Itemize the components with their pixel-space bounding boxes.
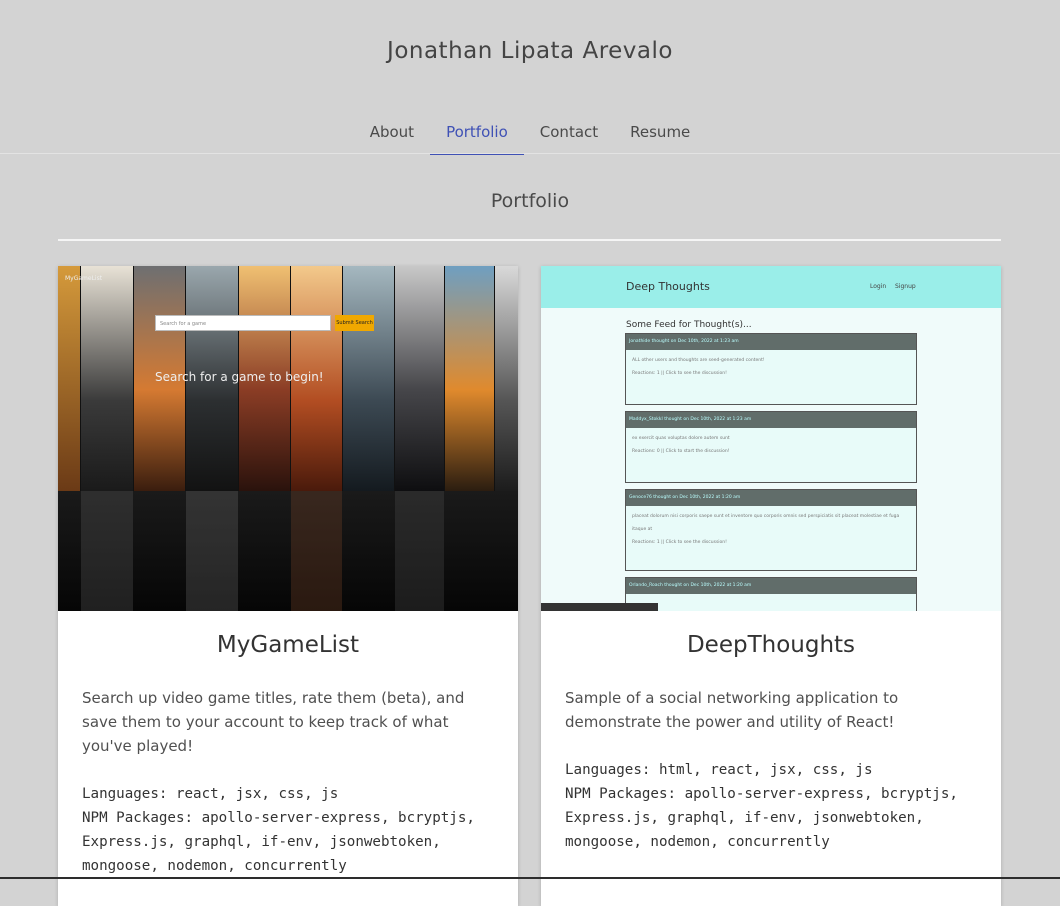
project-tech: Languages: react, jsx, css, js NPM Packa… xyxy=(82,782,497,878)
screenshot-search-input: Search for a game xyxy=(155,315,331,331)
post-header: Maddyx_Stokkl thought on Dec 10th, 2022 … xyxy=(626,412,916,428)
project-languages: Languages: html, react, jsx, css, js xyxy=(565,762,873,778)
screenshot-message: Search for a game to begin! xyxy=(155,370,324,384)
post-header: Orlando_Roach thought on Dec 10th, 2022 … xyxy=(626,578,916,594)
project-card-mygamelist: MyGameList Search for a game Submit Sear… xyxy=(58,266,518,906)
project-description: Sample of a social networking applicatio… xyxy=(565,689,899,731)
nav-resume[interactable]: Resume xyxy=(614,110,706,154)
project-tech: Languages: html, react, jsx, css, js NPM… xyxy=(565,758,980,854)
post-reactions: Reactions: 0 || Click to start the discu… xyxy=(632,449,730,454)
post-reactions: Reactions: 1 || Click to see the discuss… xyxy=(632,371,727,376)
screenshot-logo: Deep Thoughts xyxy=(626,280,710,293)
screenshot-post: Genoce76 thought on Dec 10th, 2022 at 1:… xyxy=(625,489,917,571)
project-description: Search up video game titles, rate them (… xyxy=(82,689,465,755)
project-card-deepthoughts: Deep Thoughts Login Signup Some Feed for… xyxy=(541,266,1001,906)
project-packages: NPM Packages: apollo-server-express, bcr… xyxy=(565,786,958,850)
screenshot-nav-signup: Signup xyxy=(895,283,916,290)
screenshot-post: Orlando_Roach thought on Dec 10th, 2022 … xyxy=(625,577,917,611)
screenshot-post: Maddyx_Stokkl thought on Dec 10th, 2022 … xyxy=(625,411,917,483)
screenshot-post: Jonathide thought on Dec 10th, 2022 at 1… xyxy=(625,333,917,405)
project-title: MyGameList xyxy=(216,632,360,658)
post-body: ex exercit quas voluptas dolore autem su… xyxy=(632,436,730,441)
nav-portfolio[interactable]: Portfolio xyxy=(430,110,524,155)
game-art-strip xyxy=(58,266,80,491)
post-header: Genoce76 thought on Dec 10th, 2022 at 1:… xyxy=(626,490,916,506)
project-screenshot-deepthoughts[interactable]: Deep Thoughts Login Signup Some Feed for… xyxy=(541,266,1001,611)
screenshot-reflection xyxy=(58,491,518,611)
section-divider xyxy=(58,239,1001,241)
section-title: Portfolio xyxy=(490,190,570,212)
project-screenshot-mygamelist[interactable]: MyGameList Search for a game Submit Sear… xyxy=(58,266,518,611)
project-packages: NPM Packages: apollo-server-express, bcr… xyxy=(82,810,475,874)
game-art-strip xyxy=(343,266,394,491)
project-title: DeepThoughts xyxy=(686,632,856,658)
screenshot-nav-login: Login xyxy=(870,283,887,290)
screenshot-feed-title: Some Feed for Thought(s)... xyxy=(626,320,752,330)
post-reactions: Reactions: 1 || Click to see the discuss… xyxy=(632,540,727,545)
screenshot-search-button: Submit Search xyxy=(335,315,374,331)
game-art-strip xyxy=(495,266,518,491)
site-title: Jonathan Lipata Arevalo xyxy=(387,38,673,64)
post-header: Jonathide thought on Dec 10th, 2022 at 1… xyxy=(626,334,916,350)
post-body: placeat dolorum nisi corporis saepe sunt… xyxy=(632,514,900,532)
nav-divider xyxy=(0,153,1060,154)
post-body: ALL other users and thoughts are seed-ge… xyxy=(632,358,765,363)
nav-contact[interactable]: Contact xyxy=(524,110,614,154)
game-art-strip xyxy=(81,266,133,491)
project-languages: Languages: react, jsx, css, js xyxy=(82,786,339,802)
screenshot-logo: MyGameList xyxy=(65,275,103,282)
main-nav: About Portfolio Contact Resume xyxy=(0,110,1060,155)
game-art-strip xyxy=(395,266,444,491)
game-art-strip xyxy=(445,266,494,491)
nav-about[interactable]: About xyxy=(354,110,430,154)
screenshot-status-bar xyxy=(541,603,658,611)
screenshot-header xyxy=(541,266,1001,308)
